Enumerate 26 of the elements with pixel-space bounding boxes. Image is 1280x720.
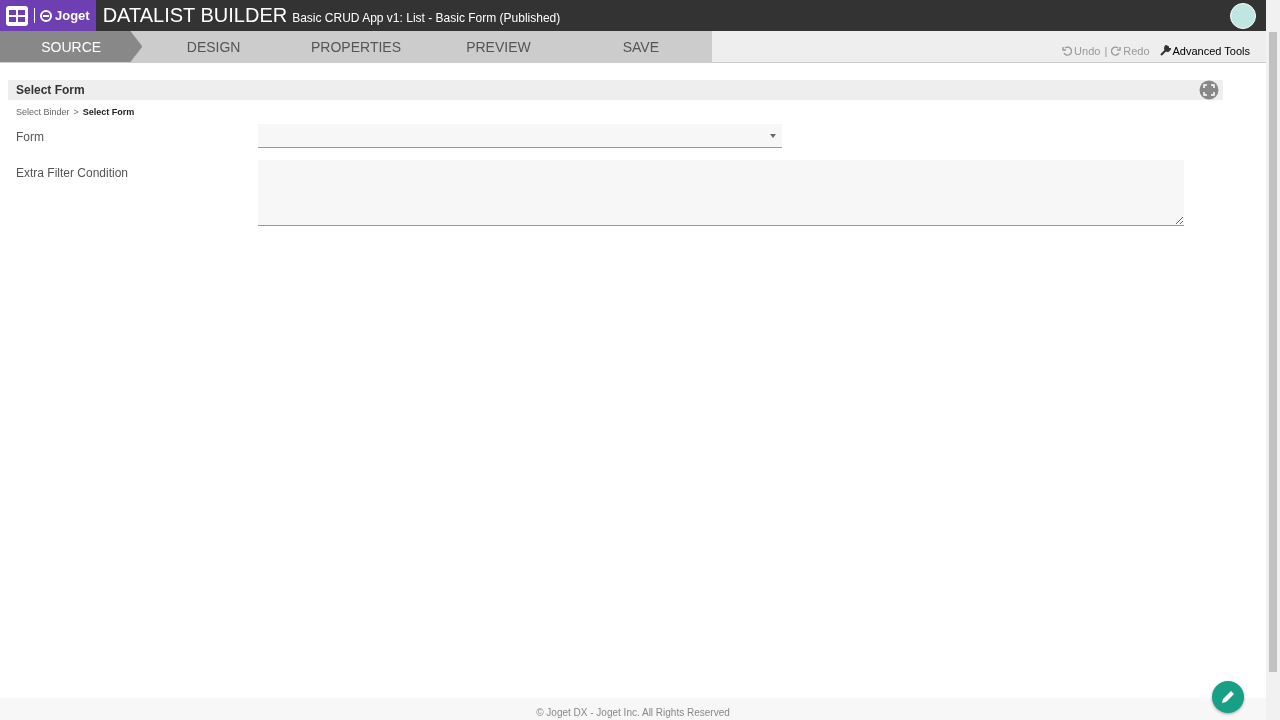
apps-grid-icon[interactable] [6, 5, 28, 26]
app-subtitle: Basic CRUD App v1: List - Basic Form (Published) [292, 10, 561, 25]
field-label: Form [16, 129, 45, 146]
filter-condition-field[interactable] [258, 160, 1184, 226]
step-tab[interactable]: SOURCE [0, 31, 143, 62]
breadcrumb-link[interactable]: Select Form [82, 107, 135, 117]
separator-text: | [1104, 44, 1108, 57]
redo-icon [1111, 45, 1122, 56]
wrench-icon [1159, 45, 1171, 56]
logo-text: Joget [55, 8, 90, 23]
breadcrumb-link[interactable]: Select Binder [16, 107, 70, 117]
fullscreen-icon[interactable] [1199, 80, 1219, 100]
undo-icon [1062, 45, 1073, 56]
advanced-tools-button[interactable]: Advanced Tools [1159, 44, 1250, 57]
builder-title: DATALIST BUILDER [102, 4, 288, 27]
panel-title: Select Form [16, 83, 85, 97]
copyright-text: © Joget DX - Joget Inc. All Rights Reserved [536, 707, 730, 718]
pencil-icon [1220, 689, 1236, 705]
form-select[interactable] [258, 124, 782, 148]
user-avatar[interactable] [1230, 2, 1256, 29]
dropdown-caret-icon [770, 133, 776, 138]
breadcrumb-separator: > [73, 107, 79, 117]
logo-icon [40, 9, 52, 22]
scrollbar[interactable] [1266, 0, 1280, 720]
edit-button[interactable] [1212, 681, 1244, 713]
field-label: Extra Filter Condition [16, 165, 130, 182]
